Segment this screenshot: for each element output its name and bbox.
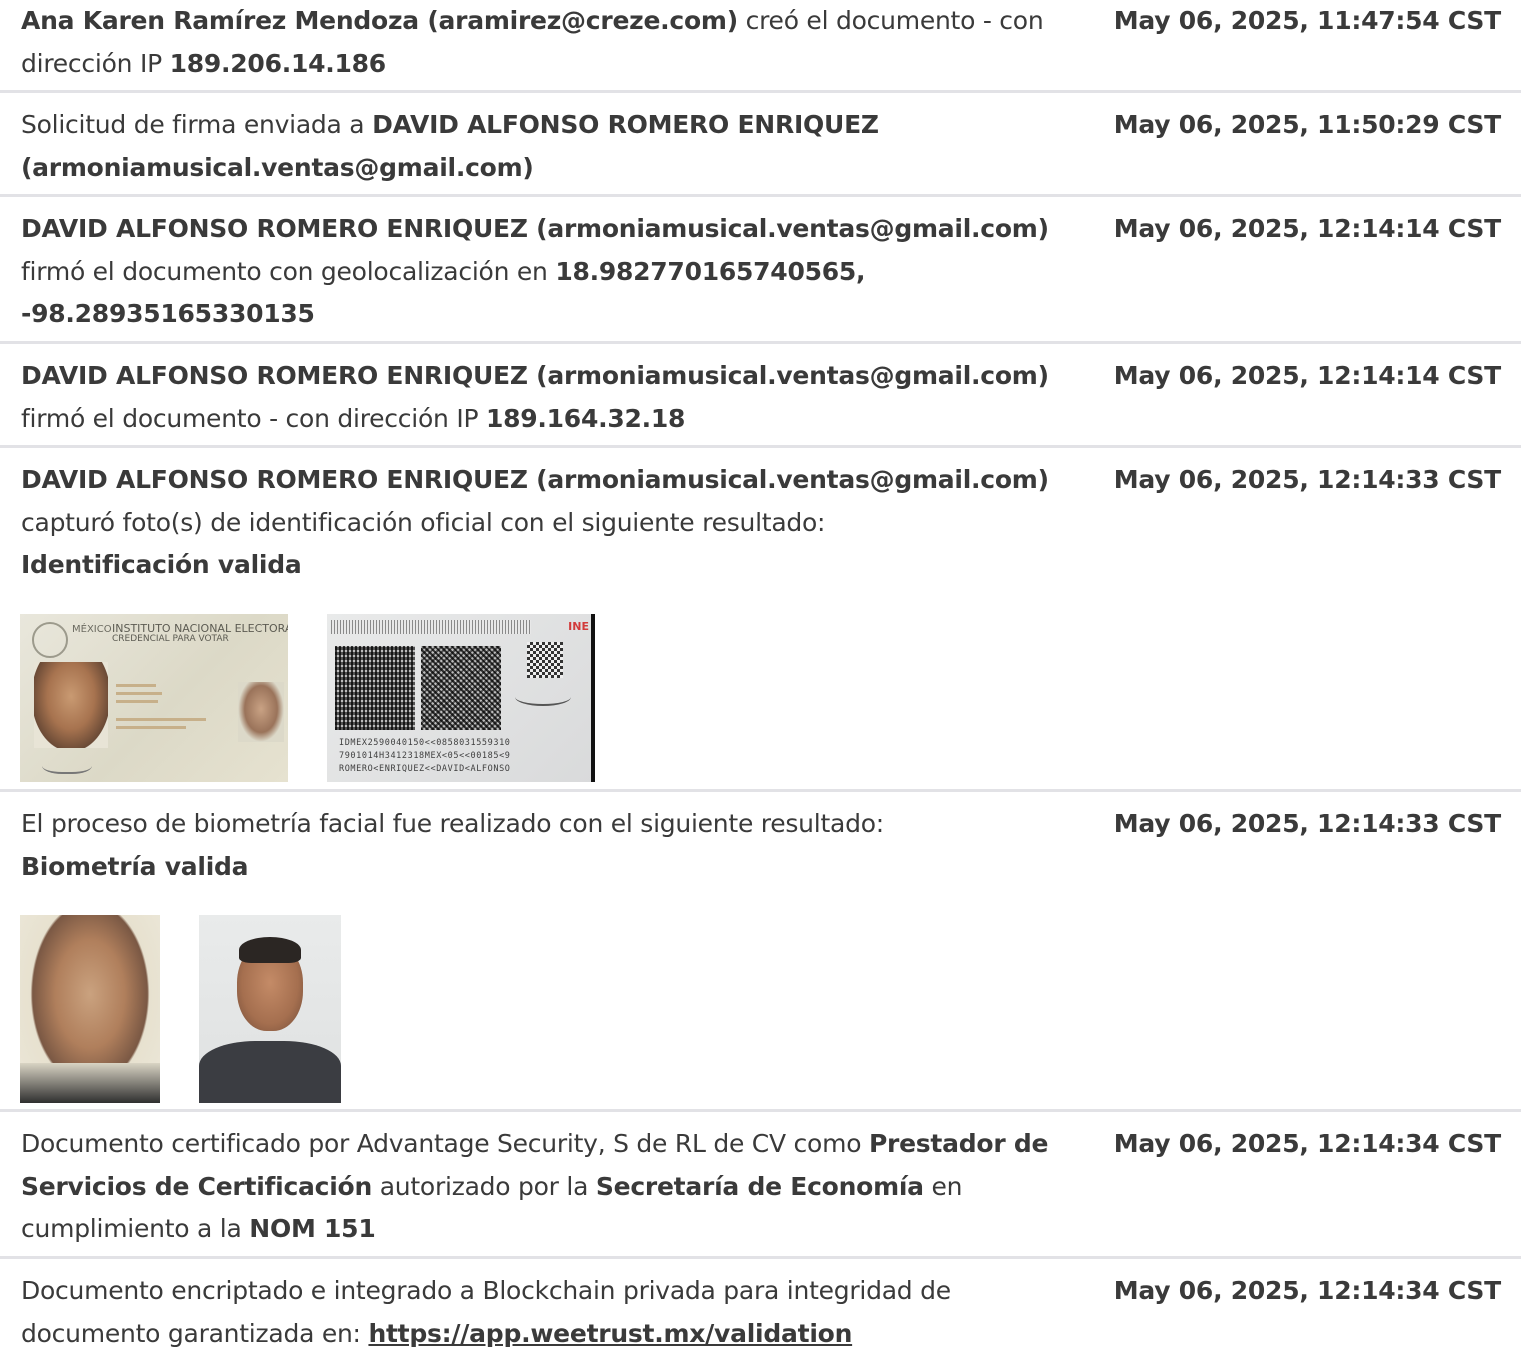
signature-mark bbox=[515, 688, 571, 706]
log-entry-signed-ip: DAVID ALFONSO ROMERO ENRIQUEZ (armoniamu… bbox=[0, 341, 1521, 445]
entry-timestamp: May 06, 2025, 11:47:54 CST bbox=[1113, 6, 1501, 35]
entry-description: Ana Karen Ramírez Mendoza (aramirez@crez… bbox=[21, 0, 1071, 85]
validation-link[interactable]: https://app.weetrust.mx/validation bbox=[368, 1319, 852, 1348]
entry-description: Documento encriptado e integrado a Block… bbox=[21, 1270, 1071, 1355]
emphasis-text: Biometría valida bbox=[21, 851, 249, 881]
log-entry-biometry: El proceso de biometría facial fue reali… bbox=[0, 789, 1521, 1109]
emphasis-text: DAVID ALFONSO ROMERO ENRIQUEZ (armoniamu… bbox=[21, 361, 1049, 390]
emphasis-text: DAVID ALFONSO ROMERO ENRIQUEZ (armoniamu… bbox=[21, 214, 1049, 243]
id-back-photo[interactable]: INE IDMEX2590040150<<0858031559310 79010… bbox=[327, 614, 595, 782]
entry-text: firmó el documento con geolocalización e… bbox=[21, 256, 556, 286]
emphasis-text: Secretaría de Economía bbox=[595, 1171, 924, 1201]
entry-timestamp: May 06, 2025, 11:50:29 CST bbox=[1113, 110, 1501, 139]
emphasis-text: NOM 151 bbox=[249, 1214, 376, 1243]
entry-description: Solicitud de firma enviada a DAVID ALFON… bbox=[21, 104, 1071, 189]
log-entry-id-capture: DAVID ALFONSO ROMERO ENRIQUEZ (armoniamu… bbox=[0, 445, 1521, 789]
emphasis-text: Ana Karen Ramírez Mendoza (aramirez@crez… bbox=[21, 6, 738, 35]
log-entry-created: Ana Karen Ramírez Mendoza (aramirez@crez… bbox=[0, 0, 1521, 90]
entry-description: DAVID ALFONSO ROMERO ENRIQUEZ (armoniamu… bbox=[21, 459, 1071, 587]
entry-text: capturó foto(s) de identificación oficia… bbox=[21, 507, 826, 537]
entry-description: El proceso de biometría facial fue reali… bbox=[21, 803, 1071, 888]
barcode-block bbox=[421, 646, 501, 730]
log-entry-blockchain: Documento encriptado e integrado a Block… bbox=[0, 1256, 1521, 1349]
id-portrait bbox=[34, 662, 108, 748]
mrz-line: IDMEX2590040150<<0858031559310 bbox=[339, 738, 511, 748]
log-entry-sent: Solicitud de firma enviada a DAVID ALFON… bbox=[0, 90, 1521, 194]
mrz-line: ROMERO<ENRIQUEZ<<DAVID<ALFONSO bbox=[339, 764, 511, 774]
entry-description: DAVID ALFONSO ROMERO ENRIQUEZ (armoniamu… bbox=[21, 208, 1071, 336]
entry-timestamp: May 06, 2025, 12:14:33 CST bbox=[1113, 465, 1501, 494]
id-front-photo[interactable]: MÉXICO INSTITUTO NACIONAL ELECTORAL CRED… bbox=[20, 614, 288, 782]
entry-text: El proceso de biometría facial fue reali… bbox=[21, 809, 884, 838]
entry-description: DAVID ALFONSO ROMERO ENRIQUEZ (armoniamu… bbox=[21, 355, 1071, 440]
entry-timestamp: May 06, 2025, 12:14:14 CST bbox=[1113, 361, 1501, 390]
id-ghost-portrait bbox=[238, 682, 284, 742]
barcode-block bbox=[335, 646, 415, 730]
entry-text: Solicitud de firma enviada a bbox=[21, 110, 373, 139]
id-country: MÉXICO bbox=[72, 624, 112, 635]
emphasis-text: 189.164.32.18 bbox=[485, 403, 686, 433]
log-entry-signed-geo: DAVID ALFONSO ROMERO ENRIQUEZ (armoniamu… bbox=[0, 194, 1521, 341]
emphasis-text: DAVID ALFONSO ROMERO ENRIQUEZ (armoniamu… bbox=[21, 465, 1049, 494]
entry-text: Documento certificado por Advantage Secu… bbox=[21, 1129, 869, 1158]
entry-text: firmó el documento - con dirección IP bbox=[21, 403, 486, 433]
entry-description: Documento certificado por Advantage Secu… bbox=[21, 1123, 1071, 1251]
mrz-line: 7901014H3412318MEX<05<<00185<9 bbox=[339, 751, 511, 761]
selfie-photo[interactable] bbox=[199, 915, 341, 1103]
emphasis-text: Identificación valida bbox=[21, 550, 302, 579]
entry-timestamp: May 06, 2025, 12:14:34 CST bbox=[1113, 1129, 1501, 1158]
emphasis-text: 189.206.14.186 bbox=[169, 48, 387, 78]
entry-timestamp: May 06, 2025, 12:14:33 CST bbox=[1113, 809, 1501, 838]
id-credential: CREDENCIAL PARA VOTAR bbox=[112, 634, 229, 644]
ine-logo: INE bbox=[568, 620, 589, 633]
signature-mark bbox=[42, 754, 92, 774]
log-entry-certified: Documento certificado por Advantage Secu… bbox=[0, 1109, 1521, 1256]
entry-text: autorizado por la bbox=[372, 1171, 596, 1201]
national-seal-icon bbox=[32, 622, 68, 658]
entry-timestamp: May 06, 2025, 12:14:14 CST bbox=[1113, 214, 1501, 243]
entry-timestamp: May 06, 2025, 12:14:34 CST bbox=[1113, 1276, 1501, 1305]
id-face-photo[interactable] bbox=[20, 915, 160, 1103]
qr-code bbox=[527, 642, 563, 678]
